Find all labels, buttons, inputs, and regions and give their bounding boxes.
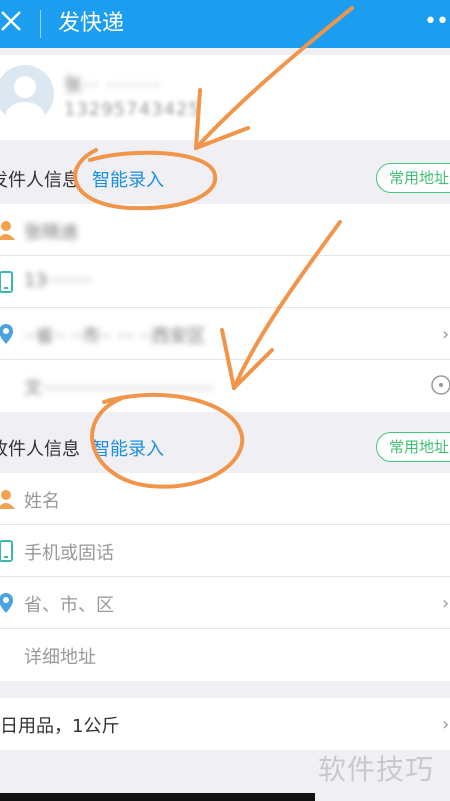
page-title: 发快递 xyxy=(58,11,125,36)
sender-section-label: 发件人信息 xyxy=(0,170,80,191)
receiver-name-input[interactable]: 姓名 xyxy=(24,487,60,513)
receiver-address-row[interactable]: 详细地址 xyxy=(0,629,450,681)
top-bar: 发快递 •• xyxy=(0,0,450,48)
goods-info-row[interactable]: 日用品，1公斤 › xyxy=(0,698,450,750)
watermark: 软件技巧 xyxy=(318,753,435,786)
sender-name-row[interactable]: 张晓迪 xyxy=(0,204,450,256)
sender-address-row[interactable]: 文······························ xyxy=(0,360,450,412)
receiver-card: 姓名 手机或固话 省、市、区 › 详细地址 xyxy=(0,473,450,681)
profile-name: 张·· ······· xyxy=(64,75,162,96)
person-icon xyxy=(0,221,15,240)
receiver-section-header: 收件人信息 智能录入 常用地址 xyxy=(0,421,450,473)
receiver-section-label: 收件人信息 xyxy=(0,439,80,460)
sender-common-address-button[interactable]: 常用地址 xyxy=(376,163,450,193)
locate-icon[interactable] xyxy=(430,374,450,396)
chevron-right-icon: › xyxy=(442,324,450,345)
receiver-address-input[interactable]: 详细地址 xyxy=(24,643,96,669)
sender-phone-value[interactable]: 13········ xyxy=(24,270,93,291)
receiver-phone-input[interactable]: 手机或固话 xyxy=(24,539,114,565)
location-pin-icon xyxy=(0,324,13,344)
receiver-region-select[interactable]: 省、市、区 xyxy=(24,591,114,617)
location-pin-icon xyxy=(0,593,13,613)
chevron-right-icon: › xyxy=(442,714,450,735)
receiver-smart-input-link[interactable]: 智能录入 xyxy=(92,435,164,461)
phone-icon xyxy=(0,271,13,293)
sender-name-value[interactable]: 张晓迪 xyxy=(24,218,78,244)
sender-phone-row[interactable]: 13········ xyxy=(0,256,450,308)
bottom-strip xyxy=(0,793,315,801)
sender-card: 张晓迪 13········ ··省·· ··市·· ··· ··西安区 › 文… xyxy=(0,204,450,412)
sender-region-row[interactable]: ··省·· ··市·· ··· ··西安区 › xyxy=(0,308,450,360)
sender-region-value[interactable]: ··省·· ··市·· ··· ··西安区 xyxy=(24,322,206,348)
receiver-region-row[interactable]: 省、市、区 › xyxy=(0,577,450,629)
person-icon xyxy=(0,490,15,509)
chevron-right-icon: › xyxy=(442,593,450,614)
avatar-icon xyxy=(5,76,45,123)
more-icon[interactable]: •• xyxy=(424,10,449,34)
close-icon[interactable] xyxy=(0,10,26,36)
avatar xyxy=(0,65,54,123)
sender-smart-input-link[interactable]: 智能录入 xyxy=(92,166,164,192)
profile-phone: 13295743425 xyxy=(64,99,201,120)
header-divider xyxy=(40,10,41,38)
goods-info-value: 日用品，1公斤 xyxy=(0,716,120,737)
receiver-phone-row[interactable]: 手机或固话 xyxy=(0,525,450,577)
receiver-name-row[interactable]: 姓名 xyxy=(0,473,450,525)
receiver-common-address-button[interactable]: 常用地址 xyxy=(376,432,450,462)
sender-section-header: 发件人信息 智能录入 常用地址 xyxy=(0,152,450,204)
sender-address-value[interactable]: 文······························ xyxy=(24,374,214,400)
phone-icon xyxy=(0,540,13,562)
sender-profile[interactable]: 张·· ······· 13295743425 xyxy=(0,55,450,140)
